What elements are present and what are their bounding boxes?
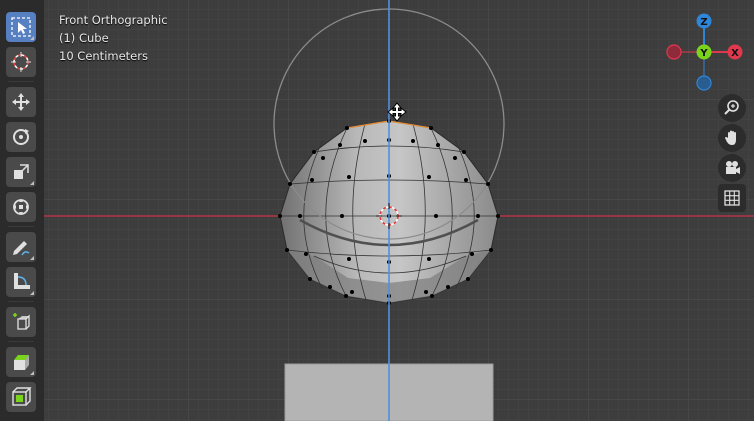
measure-icon [14, 273, 30, 289]
annotate-tool[interactable] [6, 232, 36, 262]
mesh-vertex[interactable] [429, 126, 433, 130]
mesh-vertex[interactable] [321, 156, 325, 160]
annotate-icon [13, 241, 30, 256]
mesh-vertex[interactable] [347, 175, 351, 179]
mesh-vertex[interactable] [298, 214, 302, 218]
add-cube-tool[interactable] [6, 307, 36, 337]
add-cube-icon [13, 313, 30, 330]
select-box-icon [11, 17, 31, 37]
viewport-info: Front Orthographic (1) Cube 10 Centimete… [59, 11, 168, 65]
hand-icon [725, 130, 736, 145]
rotate-tool[interactable] [6, 122, 36, 152]
x-label: X [731, 48, 739, 59]
mesh-vertex[interactable] [430, 294, 434, 298]
select-box-tool[interactable] [6, 12, 36, 42]
grid-scale: 10 Centimeters [59, 49, 148, 63]
mesh-vertex[interactable] [344, 294, 348, 298]
scale-icon [14, 164, 29, 179]
neg-x-handle[interactable] [666, 44, 682, 60]
toolbar [0, 0, 44, 421]
extrude-tool[interactable] [6, 347, 36, 377]
move-tool[interactable] [6, 87, 36, 117]
cursor-tool[interactable] [6, 47, 36, 77]
axis-gizmo[interactable]: Z X Y [660, 10, 754, 100]
navigation-panel: Z X Y [660, 10, 754, 230]
mesh-vertex[interactable] [466, 277, 470, 281]
mesh-vertex[interactable] [486, 182, 490, 186]
rotate-icon [13, 129, 29, 145]
inset-icon [12, 387, 32, 406]
y-label: Y [699, 48, 708, 59]
mesh-vertex[interactable] [308, 277, 312, 281]
mesh-vertex[interactable] [278, 214, 282, 218]
mesh-vertex[interactable] [363, 139, 367, 143]
mesh-vertex[interactable] [470, 252, 474, 256]
pan-button[interactable] [718, 124, 746, 152]
mesh-vertex[interactable] [446, 285, 450, 289]
camera-button[interactable] [718, 154, 746, 182]
mesh-vertex[interactable] [304, 252, 308, 256]
mesh-vertex[interactable] [310, 178, 314, 182]
mesh-vertex[interactable] [285, 248, 289, 252]
mesh-vertex[interactable] [350, 290, 354, 294]
transform-icon [13, 199, 29, 215]
mesh-vertex[interactable] [328, 285, 332, 289]
mesh-vertex[interactable] [496, 214, 500, 218]
mesh-vertex[interactable] [489, 248, 493, 252]
move-icon [12, 93, 30, 111]
view-name: Front Orthographic [59, 13, 168, 27]
extrude-icon [14, 355, 29, 370]
object-name: (1) Cube [59, 31, 109, 45]
mesh-vertex[interactable] [312, 150, 316, 154]
mesh-vertex[interactable] [436, 143, 440, 147]
z-label: Z [700, 17, 707, 28]
measure-tool[interactable] [6, 267, 36, 297]
cursor-icon [11, 52, 31, 72]
mesh-vertex[interactable] [424, 290, 428, 294]
mesh-vertex[interactable] [434, 214, 438, 218]
mesh-vertex[interactable] [427, 175, 431, 179]
neg-z-handle[interactable] [696, 75, 712, 91]
3d-viewport[interactable]: Front Orthographic (1) Cube 10 Centimete… [0, 0, 754, 421]
mesh-vertex[interactable] [476, 214, 480, 218]
mesh-vertex[interactable] [288, 182, 292, 186]
ortho-toggle-button[interactable] [718, 184, 746, 212]
mesh-vertex[interactable] [464, 178, 468, 182]
scale-tool[interactable] [6, 157, 36, 187]
mesh-vertex[interactable] [462, 150, 466, 154]
mesh-vertex[interactable] [453, 156, 457, 160]
mesh-vertex[interactable] [427, 257, 431, 261]
zoom-button[interactable] [718, 94, 746, 122]
mesh-vertex[interactable] [345, 126, 349, 130]
grid-icon [724, 190, 740, 206]
zoom-icon [724, 100, 739, 115]
mesh-vertex[interactable] [347, 257, 351, 261]
move-cursor-icon [387, 102, 407, 122]
inset-tool[interactable] [6, 382, 36, 412]
mesh-vertex[interactable] [340, 214, 344, 218]
camera-icon [726, 161, 740, 174]
mesh-vertex[interactable] [338, 143, 342, 147]
transform-tool[interactable] [6, 192, 36, 222]
mesh-vertex[interactable] [411, 139, 415, 143]
